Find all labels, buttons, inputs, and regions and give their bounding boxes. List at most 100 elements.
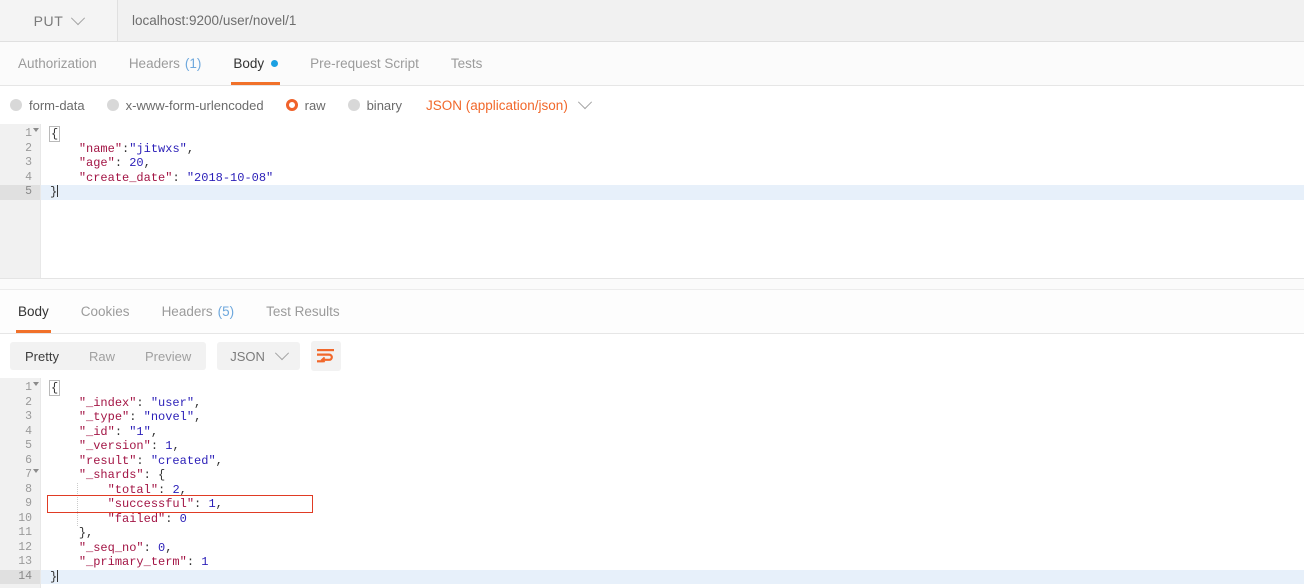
fold-triangle-icon[interactable] bbox=[33, 469, 39, 473]
tab-headers[interactable]: Headers (1) bbox=[113, 42, 218, 85]
url-text: localhost:9200/user/novel/1 bbox=[132, 13, 297, 28]
http-method-select[interactable]: PUT bbox=[0, 0, 118, 41]
request-code-area[interactable]: { "name":"jitwxs", "age": 20, "create_da… bbox=[41, 124, 1304, 278]
response-body-editor[interactable]: 1 2 3 4 5 6 7 8 9 10 11 12 13 14 { "_index": "user", … bbox=[0, 378, 1304, 588]
response-code-line: "_index": "user", bbox=[78, 395, 202, 410]
chevron-down-icon bbox=[577, 95, 592, 110]
body-type-label: raw bbox=[304, 97, 326, 113]
tab-label: Authorization bbox=[18, 56, 97, 71]
response-code-line: "_shards": { bbox=[78, 468, 166, 482]
request-line-number: 1 bbox=[0, 127, 40, 142]
tab-label: Tests bbox=[450, 56, 483, 71]
response-line-number: 4 bbox=[25, 424, 32, 438]
response-line-number: 14 bbox=[0, 569, 40, 584]
chevron-down-icon bbox=[71, 10, 86, 25]
tab-pre-request-script[interactable]: Pre-request Script bbox=[294, 42, 435, 85]
body-type-raw[interactable]: raw bbox=[285, 97, 326, 113]
word-wrap-button[interactable] bbox=[310, 341, 341, 371]
tab-label: Test Results bbox=[266, 304, 340, 319]
tab-tests[interactable]: Tests bbox=[435, 42, 499, 85]
text-caret bbox=[57, 185, 59, 197]
radio-icon[interactable] bbox=[106, 99, 119, 111]
response-format-select[interactable]: JSON bbox=[217, 342, 300, 370]
response-line-number: 9 bbox=[25, 497, 32, 510]
tab-count: (5) bbox=[217, 304, 235, 319]
request-code-line: { bbox=[48, 126, 61, 142]
fold-triangle-icon[interactable] bbox=[33, 128, 39, 132]
word-wrap-icon bbox=[317, 349, 335, 363]
body-type-label: x-www-form-urlencoded bbox=[125, 97, 264, 113]
response-line-number: 11 bbox=[18, 526, 32, 539]
indent-guide bbox=[77, 482, 79, 526]
request-code-line: "age": 20, bbox=[78, 156, 151, 170]
request-line-number: 4 bbox=[25, 170, 32, 184]
body-type-form-data[interactable]: form-data bbox=[10, 98, 85, 113]
tab-count: (1) bbox=[184, 56, 202, 71]
response-code-line: "_primary_term": 1 bbox=[78, 555, 209, 569]
text-caret bbox=[57, 569, 59, 582]
response-tab-body[interactable]: Body bbox=[2, 290, 65, 333]
tab-authorization[interactable]: Authorization bbox=[2, 42, 113, 85]
response-line-number: 5 bbox=[25, 439, 32, 452]
request-gutter: 12345 bbox=[0, 124, 41, 278]
request-body-editor[interactable]: 12345 { "name":"jitwxs", "age": 20, "cre… bbox=[0, 124, 1304, 279]
view-mode-raw[interactable]: Raw bbox=[74, 342, 130, 370]
response-line-number: 12 bbox=[18, 540, 32, 554]
response-toolbar: Pretty Raw Preview JSON bbox=[0, 334, 1304, 378]
response-line-number: 2 bbox=[25, 395, 32, 409]
response-code-line: "successful": 1, bbox=[107, 497, 223, 511]
view-mode-pretty[interactable]: Pretty bbox=[10, 342, 74, 370]
response-tab-cookies[interactable]: Cookies bbox=[65, 290, 146, 333]
request-line-number: 2 bbox=[25, 141, 32, 155]
tab-label: Body bbox=[233, 56, 265, 71]
response-line-number: 6 bbox=[25, 453, 32, 467]
content-type-select[interactable]: JSON (application/json) bbox=[426, 95, 592, 113]
radio-icon[interactable] bbox=[347, 99, 360, 111]
request-code-line: } bbox=[41, 185, 1304, 200]
request-tabs: Authorization Headers (1) Body Pre-request S… bbox=[0, 42, 1304, 86]
tab-label: Pre-request Script bbox=[310, 56, 419, 71]
tab-label: Headers bbox=[161, 304, 213, 319]
response-line-number: 7 bbox=[0, 468, 40, 483]
unsaved-indicator-dot bbox=[271, 60, 279, 67]
fold-triangle-icon[interactable] bbox=[33, 382, 39, 386]
response-format-label: JSON bbox=[230, 348, 265, 364]
body-type-label: form-data bbox=[29, 97, 85, 113]
radio-icon[interactable] bbox=[10, 99, 22, 111]
body-type-row: form-data x-www-form-urlencoded raw binary … bbox=[0, 86, 1304, 124]
body-type-label: binary bbox=[366, 97, 402, 113]
body-type-binary[interactable]: binary bbox=[347, 97, 402, 113]
response-code-area[interactable]: { "_index": "user", "_type": "novel", "_… bbox=[41, 378, 1304, 588]
postman-window: PUT localhost:9200/user/novel/1 Authoriz… bbox=[0, 0, 1304, 588]
radio-icon[interactable] bbox=[285, 99, 298, 111]
content-type-label: JSON (application/json) bbox=[426, 97, 568, 113]
tab-body[interactable]: Body bbox=[217, 42, 294, 85]
response-view-mode-group: Pretty Raw Preview bbox=[10, 342, 207, 370]
view-mode-preview[interactable]: Preview bbox=[130, 342, 206, 370]
tab-label: Headers bbox=[128, 56, 180, 71]
body-type-x-www-form-urlencoded[interactable]: x-www-form-urlencoded bbox=[106, 97, 264, 113]
response-code-line: "_type": "novel", bbox=[78, 410, 202, 424]
tab-label: Body bbox=[18, 304, 49, 319]
response-code-line: } bbox=[41, 569, 1304, 584]
response-code-line: { bbox=[48, 380, 61, 396]
response-code-line: "result": "created", bbox=[78, 453, 223, 468]
response-code-line: "failed": 0 bbox=[107, 511, 187, 526]
response-tabs: Body Cookies Headers (5) Test Results bbox=[0, 290, 1304, 334]
request-line-number: 3 bbox=[25, 156, 32, 169]
response-code-line: "_seq_no": 0, bbox=[78, 540, 173, 555]
response-line-number: 10 bbox=[18, 511, 32, 525]
request-line-number: 5 bbox=[0, 185, 40, 200]
request-code-line: "name":"jitwxs", bbox=[78, 141, 195, 156]
response-tab-headers[interactable]: Headers (5) bbox=[146, 290, 251, 333]
url-input[interactable]: localhost:9200/user/novel/1 bbox=[118, 0, 1304, 41]
response-line-number: 13 bbox=[18, 555, 32, 568]
response-line-number: 8 bbox=[25, 482, 32, 496]
request-code-line: "create_date": "2018-10-08" bbox=[78, 170, 274, 185]
response-code-line: "_version": 1, bbox=[78, 439, 180, 453]
response-code-line: }, bbox=[78, 526, 94, 540]
response-line-number: 1 bbox=[0, 381, 40, 396]
response-line-number: 3 bbox=[25, 410, 32, 423]
response-code-line: "total": 2, bbox=[107, 482, 187, 497]
response-tab-test-results[interactable]: Test Results bbox=[250, 290, 356, 333]
